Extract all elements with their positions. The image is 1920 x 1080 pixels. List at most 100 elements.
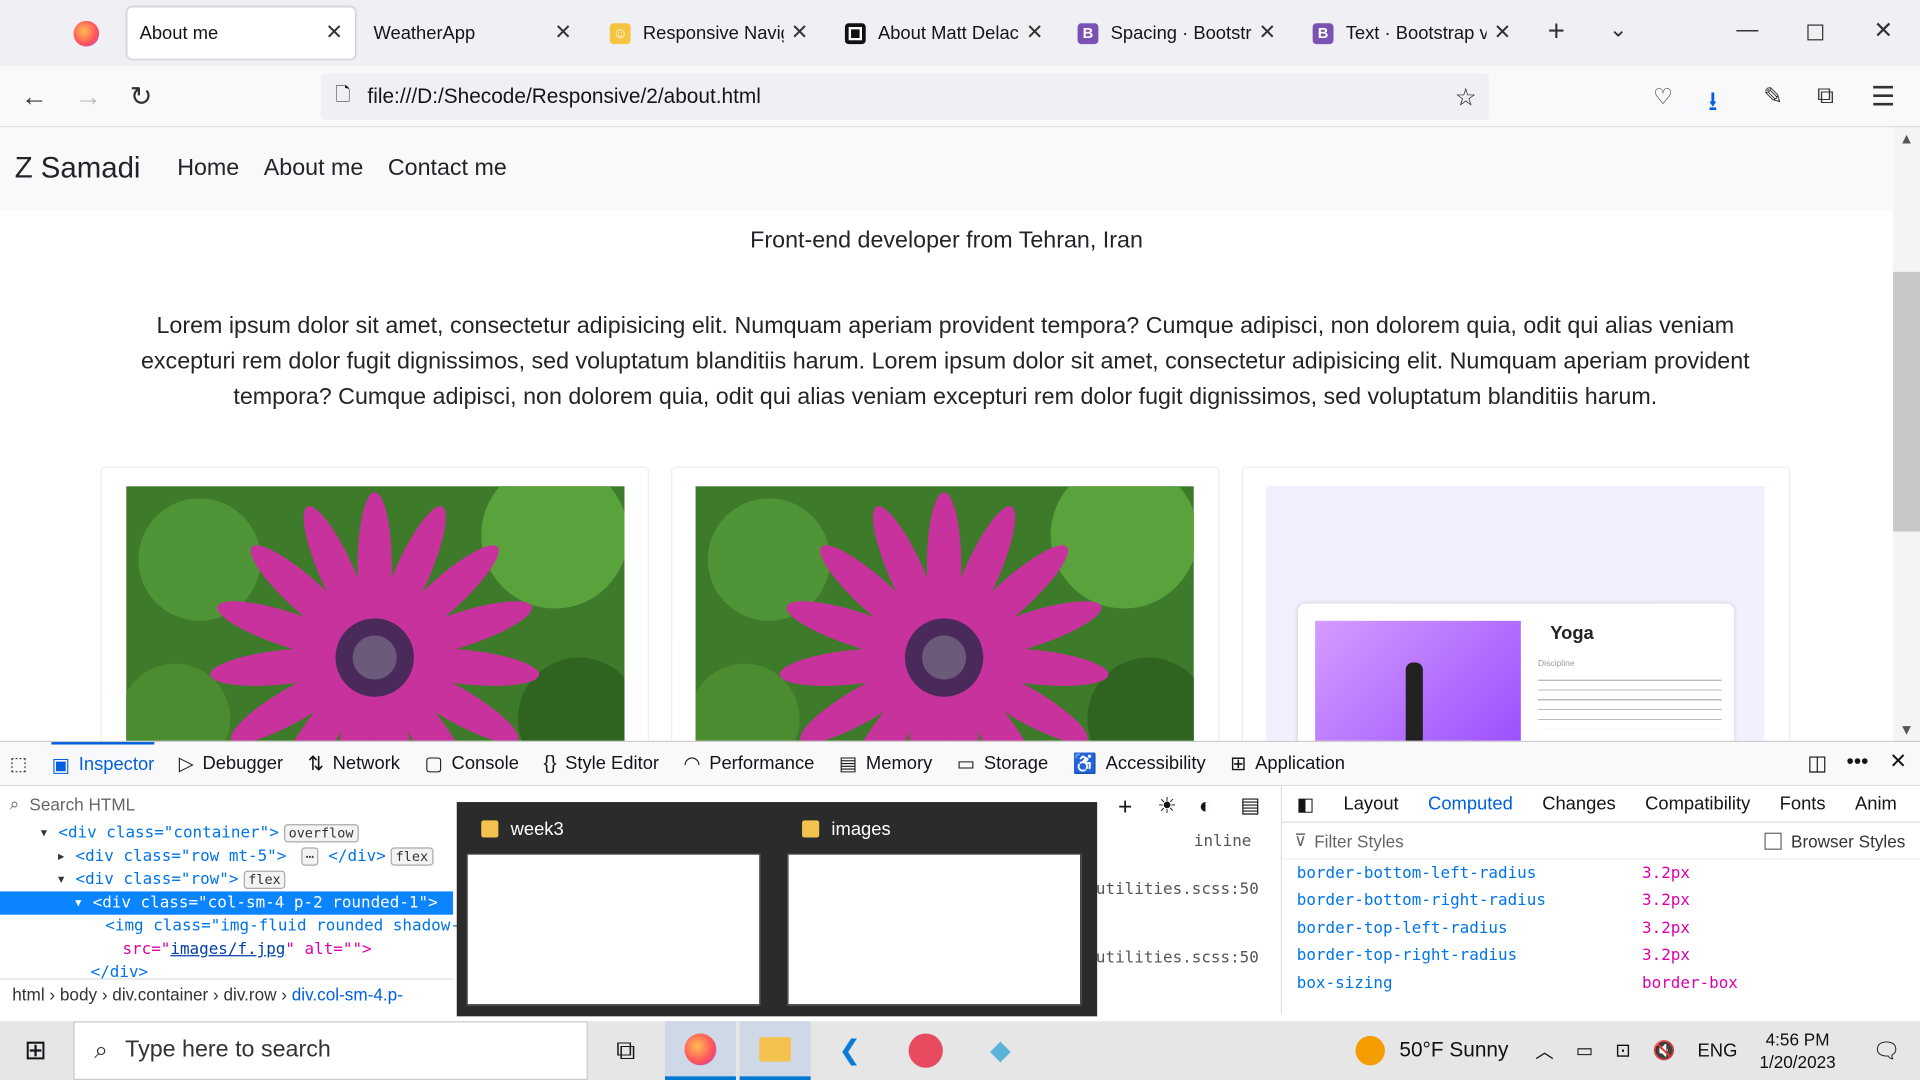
- windows-start-icon[interactable]: ⊞: [0, 1021, 71, 1080]
- tab-about-matt[interactable]: About Matt Delac ✕: [833, 7, 1056, 58]
- dark-theme-icon[interactable]: ◐: [1199, 793, 1212, 819]
- ellipsis-badge[interactable]: ⋯: [300, 847, 319, 866]
- filter-styles-input[interactable]: ⊽ Filter Styles Browser Styles: [1282, 823, 1920, 860]
- app-icon[interactable]: [890, 1021, 961, 1080]
- tab-changes[interactable]: Changes: [1542, 793, 1616, 814]
- file-explorer-icon[interactable]: [739, 1021, 811, 1080]
- element-picker-icon[interactable]: ⬚: [10, 752, 27, 775]
- more-options-icon[interactable]: •••: [1847, 749, 1869, 773]
- show-hidden-icons-icon[interactable]: ︿: [1535, 1038, 1553, 1064]
- browser-styles-toggle[interactable]: Browser Styles: [1764, 831, 1905, 850]
- nav-link-about[interactable]: About me: [264, 156, 364, 183]
- tab-storage[interactable]: ▭ Storage: [957, 751, 1048, 775]
- tab-about-me[interactable]: About me ✕: [127, 7, 356, 59]
- tab-accessibility[interactable]: ♿ Accessibility: [1073, 751, 1206, 775]
- nav-link-contact[interactable]: Contact me: [388, 156, 507, 183]
- computed-prop[interactable]: border-top-left-radius 3.2px: [1282, 915, 1920, 943]
- tab-application[interactable]: ⊞ Application: [1230, 751, 1345, 775]
- close-tab-icon[interactable]: ✕: [1258, 21, 1275, 45]
- overflow-badge[interactable]: overflow: [283, 824, 359, 843]
- nav-link-home[interactable]: Home: [177, 156, 239, 183]
- tab-layout[interactable]: Layout: [1344, 793, 1399, 814]
- breadcrumb-item[interactable]: html: [12, 984, 44, 1004]
- clock[interactable]: 4:56 PM 1/20/2023: [1759, 1029, 1835, 1073]
- thumbnail-images[interactable]: images: [787, 812, 1082, 1008]
- computed-prop[interactable]: box-sizing border-box: [1282, 970, 1920, 998]
- tab-inspector[interactable]: ▣ Inspector: [51, 741, 155, 785]
- tab-fonts[interactable]: Fonts: [1780, 793, 1826, 814]
- code-line-img[interactable]: <img class="img-fluid rounded shadow-sm": [0, 915, 489, 938]
- forward-arrow-icon[interactable]: →: [75, 81, 102, 113]
- computed-prop[interactable]: border-bottom-right-radius 3.2px: [1282, 887, 1920, 915]
- source-link[interactable]: utilities.scss:50: [1096, 880, 1259, 898]
- app-menu-icon[interactable]: ☰: [1871, 81, 1895, 113]
- add-rule-icon[interactable]: +: [1118, 793, 1132, 821]
- maximize-icon[interactable]: [1807, 24, 1824, 41]
- scrollbar-thumb[interactable]: [1893, 271, 1920, 532]
- dock-icon[interactable]: ◫: [1807, 752, 1827, 776]
- bookmark-star-icon[interactable]: ☆: [1455, 81, 1477, 112]
- close-devtools-icon[interactable]: ✕: [1889, 749, 1906, 773]
- toggle-pane-icon[interactable]: ◧: [1297, 793, 1314, 815]
- code-line-src[interactable]: src="images/f.jpg" alt="">: [0, 938, 371, 961]
- volume-muted-icon[interactable]: 🔇: [1653, 1040, 1676, 1062]
- checkbox[interactable]: [1764, 832, 1782, 850]
- firefox-taskbar-icon[interactable]: [664, 1021, 736, 1080]
- tab-computed[interactable]: Computed: [1428, 793, 1513, 814]
- back-arrow-icon[interactable]: ←: [21, 81, 48, 113]
- tab-text-bootstrap[interactable]: B Text · Bootstrap v5 ✕: [1300, 7, 1523, 58]
- breadcrumb-item[interactable]: div.container: [112, 984, 208, 1004]
- print-simulation-icon[interactable]: ▤: [1240, 793, 1260, 817]
- close-tab-icon[interactable]: ✕: [791, 21, 808, 45]
- tab-spacing-bootstrap[interactable]: B Spacing · Bootstrap ✕: [1065, 7, 1288, 58]
- thumbnail-week3[interactable]: week3: [466, 812, 761, 1008]
- language-indicator[interactable]: ENG: [1698, 1040, 1738, 1061]
- tab-network[interactable]: ⇅ Network: [308, 751, 400, 775]
- code-line-row[interactable]: ▾ <div class="row"> flex: [0, 868, 286, 891]
- tab-performance[interactable]: ◠ Performance: [684, 751, 815, 775]
- tab-memory[interactable]: ▤ Memory: [839, 751, 932, 775]
- extensions-icon[interactable]: ⧉: [1817, 83, 1834, 110]
- tab-compatibility[interactable]: Compatibility: [1645, 793, 1750, 814]
- tab-debugger[interactable]: ▷ Debugger: [179, 751, 283, 775]
- scroll-down-icon[interactable]: ▼: [1899, 721, 1914, 738]
- page-scrollbar[interactable]: ▲ ▼: [1893, 127, 1920, 741]
- downloads-icon[interactable]: ⭳: [1708, 81, 1717, 128]
- firefox-menu-icon[interactable]: [73, 20, 100, 47]
- tab-responsive-navigation[interactable]: ☺ Responsive Naviga ✕: [598, 7, 821, 58]
- tab-animations[interactable]: Anim: [1855, 793, 1897, 814]
- source-link[interactable]: utilities.scss:50: [1096, 949, 1259, 967]
- close-tab-icon[interactable]: ✕: [554, 21, 571, 45]
- reload-icon[interactable]: ↻: [130, 81, 153, 113]
- breadcrumb-item[interactable]: div.row: [223, 984, 276, 1004]
- network-icon[interactable]: ⊡: [1615, 1040, 1630, 1062]
- breadcrumb-item[interactable]: body: [60, 984, 97, 1004]
- new-tab-icon[interactable]: +: [1548, 15, 1565, 49]
- vscode-icon[interactable]: ❮: [814, 1021, 885, 1080]
- breadcrumb-item[interactable]: div.col-sm-4.p-: [292, 984, 403, 1004]
- site-brand[interactable]: Z Samadi: [15, 152, 141, 186]
- code-line-container[interactable]: ▾ <div class="container"> overflow: [0, 822, 359, 845]
- computed-prop[interactable]: border-bottom-left-radius 3.2px: [1282, 860, 1920, 888]
- flex-badge[interactable]: flex: [390, 847, 433, 866]
- tab-style-editor[interactable]: {} Style Editor: [543, 752, 659, 774]
- computed-prop[interactable]: border-top-right-radius 3.2px: [1282, 942, 1920, 970]
- eyedropper-icon[interactable]: ✎: [1763, 83, 1782, 111]
- url-bar[interactable]: 🗋 file:///D:/Shecode/Responsive/2/about.…: [320, 73, 1489, 121]
- tab-weatherapp[interactable]: WeatherApp ✕: [361, 7, 584, 58]
- close-tab-icon[interactable]: ✕: [1026, 21, 1043, 45]
- minimize-icon[interactable]: —: [1736, 17, 1758, 43]
- url-text[interactable]: file:///D:/Shecode/Responsive/2/about.ht…: [367, 84, 760, 108]
- weather-text[interactable]: 50°F Sunny: [1399, 1038, 1508, 1062]
- code-line-row-mt5[interactable]: ▸ <div class="row mt-5"> ⋯ </div> flex: [0, 845, 433, 868]
- battery-icon[interactable]: ▭: [1576, 1040, 1593, 1062]
- flex-badge[interactable]: flex: [243, 870, 286, 889]
- code-line-selected[interactable]: ▾ <div class="col-sm-4 p-2 rounded-1">: [0, 891, 454, 915]
- list-tabs-chevron-icon[interactable]: ⌄: [1609, 17, 1627, 43]
- search-html-input[interactable]: ⌕ Search HTML: [0, 787, 453, 821]
- task-view-icon[interactable]: ⧉: [590, 1021, 661, 1080]
- notifications-icon[interactable]: 🗨: [1872, 1038, 1900, 1064]
- code-link[interactable]: images/f.jpg: [170, 940, 285, 958]
- close-tab-icon[interactable]: ✕: [325, 21, 342, 45]
- close-window-icon[interactable]: ✕: [1873, 17, 1892, 45]
